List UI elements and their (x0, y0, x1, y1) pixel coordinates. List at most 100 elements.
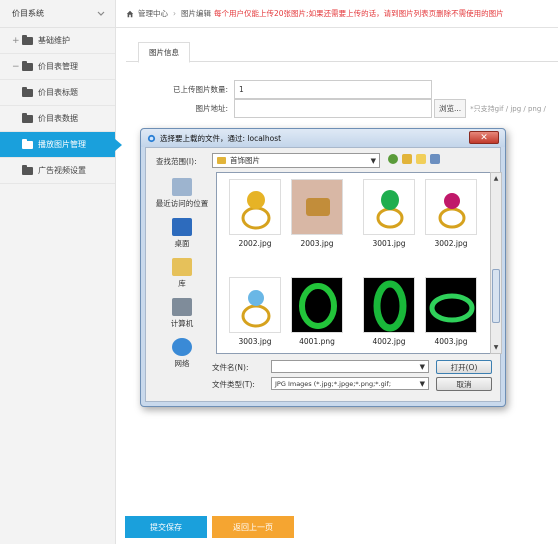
dialog-titlebar[interactable]: 选择要上载的文件，通过: localhost ✕ (141, 129, 505, 147)
ring-image-icon (241, 290, 271, 328)
browse-button[interactable]: 浏览... (434, 99, 467, 118)
thumbnail (229, 277, 281, 333)
new-folder-icon[interactable] (416, 154, 426, 164)
home-icon (126, 10, 134, 17)
file-list: 2002.jpg 2003.jpg 3001.jpg 3002.jpg 3003… (216, 172, 494, 354)
count-field[interactable]: 1 (234, 80, 432, 99)
sidebar-item-basic-maintenance[interactable]: + 基础维护 (0, 28, 115, 54)
close-icon[interactable]: ✕ (469, 131, 499, 144)
dialog-toolbar (388, 154, 440, 164)
libraries-icon (172, 258, 192, 276)
scroll-up-icon[interactable]: ▲ (492, 174, 500, 183)
count-label: 已上传图片数量: (172, 85, 228, 94)
count-row: 已上传图片数量: 1 (126, 80, 432, 99)
place-label: 网络 (174, 359, 190, 368)
breadcrumb-current: 图片编辑 (181, 9, 211, 18)
place-label: 计算机 (170, 319, 194, 328)
sidebar-item-price-list-management[interactable]: − 价目表管理 (0, 54, 115, 80)
file-name: 3002.jpg (434, 239, 468, 248)
folder-icon (22, 86, 33, 97)
filetype-label: 文件类型(T): (212, 380, 255, 389)
open-button[interactable]: 打开(O) (436, 360, 492, 374)
cancel-button[interactable]: 取消 (436, 377, 492, 391)
place-network[interactable]: 网络 (149, 338, 215, 369)
back-arrow-icon[interactable] (388, 154, 398, 164)
place-label: 库 (178, 279, 186, 288)
back-button[interactable]: 返回上一页 (212, 516, 294, 538)
sidebar: 价目系统 + 基础维护 − 价目表管理 价目表标题 价目表数据 播放图片管理 广… (0, 0, 122, 544)
view-menu-icon[interactable] (430, 154, 440, 164)
file-name: 2002.jpg (238, 239, 272, 248)
file-name: 3003.jpg (238, 337, 272, 346)
look-in-select[interactable]: 首饰图片 ▼ (212, 153, 380, 168)
submit-save-button[interactable]: 提交保存 (125, 516, 207, 538)
ring-image-icon (376, 190, 404, 229)
tab-image-info[interactable]: 图片信息 (138, 42, 190, 63)
look-in-label: 查找范围(I): (156, 157, 197, 166)
place-label: 最近访问的位置 (155, 199, 209, 208)
sidebar-item-ad-video-settings[interactable]: 广告视频设置 (0, 158, 115, 184)
upload-notice: 每个用户仅能上传20张图片;如果还需要上传的话，请到图片列表页删除不需使用的图片 (214, 9, 504, 18)
jade-bangle-icon (429, 293, 475, 323)
filetype-select[interactable]: JPG Images (*.jpg;*.jpge;*.png;*.gif; ▼ (271, 377, 429, 390)
folder-icon (217, 157, 226, 164)
file-item[interactable]: 2002.jpg (225, 179, 285, 248)
image-address-field[interactable] (234, 99, 432, 118)
thumbnail (291, 179, 343, 235)
thumbnail (363, 179, 415, 235)
file-name: 3001.jpg (372, 239, 406, 248)
file-item[interactable]: 3002.jpg (421, 179, 481, 248)
folder-icon (22, 164, 33, 175)
sidebar-item-price-list-title[interactable]: 价目表标题 (0, 80, 115, 106)
address-row: 图片地址: 浏览... *只支持gif / jpg / png / (126, 99, 546, 118)
thumbnail (425, 179, 477, 235)
scrollbar-thumb[interactable] (492, 269, 500, 323)
file-item[interactable]: 4002.jpg (359, 277, 419, 346)
ring-image-icon (438, 193, 466, 229)
sidebar-item-label: 播放图片管理 (38, 140, 86, 149)
file-list-scrollbar[interactable]: ▲ ▼ (490, 172, 502, 354)
file-item[interactable]: 4003.jpg (421, 277, 481, 346)
file-item[interactable]: 3001.jpg (359, 179, 419, 248)
place-desktop[interactable]: 桌面 (149, 218, 215, 249)
thumbnail (291, 277, 343, 333)
dropdown-arrow-icon: ▼ (419, 380, 425, 388)
chevron-right-icon: › (173, 9, 176, 18)
jade-bangle-icon (373, 280, 407, 332)
network-icon (172, 338, 192, 356)
dialog-body: 查找范围(I): 首饰图片 ▼ 最近访问的位置 桌面 库 计算机 网络 2002… (145, 147, 502, 402)
sidebar-item-label: 价目表管理 (38, 62, 78, 71)
scroll-down-icon[interactable]: ▼ (492, 343, 500, 352)
file-item[interactable]: 2003.jpg (287, 179, 347, 248)
sidebar-item-label: 价目表数据 (38, 114, 78, 123)
up-folder-icon[interactable] (402, 154, 412, 164)
place-label: 桌面 (174, 239, 190, 248)
sidebar-item-label: 广告视频设置 (38, 166, 86, 175)
jade-bangle-icon (299, 283, 337, 329)
format-hint: *只支持gif / jpg / png / (470, 104, 546, 113)
dropdown-arrow-icon: ▼ (419, 363, 425, 371)
folder-icon (22, 34, 33, 45)
filetype-value: JPG Images (*.jpg;*.jpge;*.png;*.gif; (275, 379, 392, 388)
sidebar-item-price-list-data[interactable]: 价目表数据 (0, 106, 115, 132)
expand-icon: + (12, 35, 20, 46)
sidebar-item-label: 价目表标题 (38, 88, 78, 97)
collapse-icon: − (12, 61, 20, 72)
file-item[interactable]: 4001.png (287, 277, 347, 346)
thumbnail (363, 277, 415, 333)
sidebar-item-slideshow-images[interactable]: 播放图片管理 (0, 132, 122, 158)
folder-icon (22, 60, 33, 71)
browser-icon (147, 134, 156, 142)
sidebar-header[interactable]: 价目系统 (0, 0, 115, 28)
file-name: 4001.png (299, 337, 335, 346)
file-item[interactable]: 3003.jpg (225, 277, 285, 346)
address-label: 图片地址: (195, 104, 228, 113)
folder-icon (22, 112, 33, 123)
sidebar-title: 价目系统 (12, 9, 44, 18)
places-bar: 最近访问的位置 桌面 库 计算机 网络 (149, 172, 215, 368)
place-recent[interactable]: 最近访问的位置 (149, 178, 215, 209)
place-libraries[interactable]: 库 (149, 258, 215, 289)
place-computer[interactable]: 计算机 (149, 298, 215, 329)
breadcrumb-home[interactable]: 管理中心 (138, 8, 168, 19)
filename-input[interactable]: ▼ (271, 360, 429, 373)
